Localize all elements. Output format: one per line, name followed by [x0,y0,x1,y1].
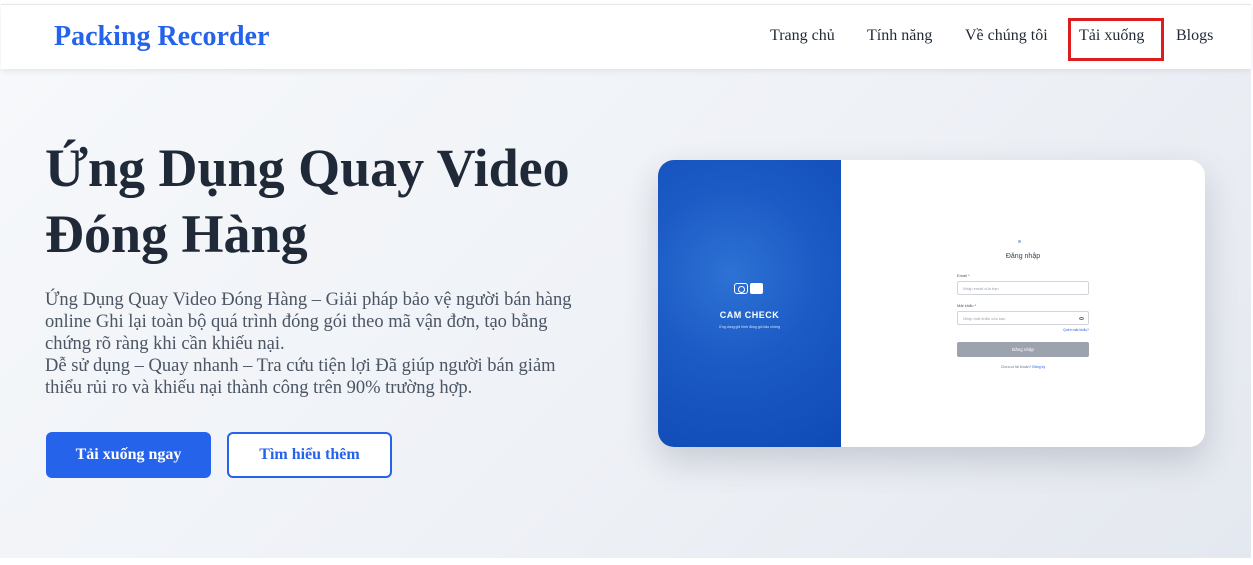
hero-description: Ứng Dụng Quay Video Đóng Hàng – Giải phá… [45,289,605,399]
learn-more-button[interactable]: Tìm hiểu thêm [227,432,392,478]
hero-title: Ứng Dụng Quay Video Đóng Hàng [45,135,645,267]
nav-link-home[interactable]: Trang chủ [770,27,835,45]
email-field: Nhập email của bạn [957,281,1089,295]
nav-link-features[interactable]: Tính năng [867,27,932,45]
login-logo-icon [1018,240,1021,243]
nav-link-blogs[interactable]: Blogs [1176,27,1213,45]
camera-icon [734,283,748,294]
password-label: Mật khẩu * [957,303,977,308]
preview-login-panel: Đăng nhập Email * Nhập email của bạn Mật… [841,160,1205,447]
hero-desc-line-1: Ứng Dụng Quay Video Đóng Hàng – Giải phá… [45,290,572,310]
forgot-password-link: Quên mật khẩu? [1063,328,1089,332]
cam-check-logo [734,282,766,296]
preview-brand-subtitle: Ứng dụng ghi hình đóng gói bảo chứng [718,325,781,329]
hero-title-line-1: Ứng Dụng Quay Video [45,138,570,198]
email-label: Email * [957,273,970,278]
hero-desc-line-4: Dễ sử dụng – Quay nhanh – Tra cứu tiện l… [45,356,556,376]
register-link: Đăng ký [1032,365,1046,369]
hero-desc-line-5: thiểu rủi ro và khiếu nại thành công trê… [45,378,473,398]
app-preview-card: CAM CHECK Ứng dụng ghi hình đóng gói bảo… [658,160,1205,447]
preview-brand-panel: CAM CHECK Ứng dụng ghi hình đóng gói bảo… [658,160,841,447]
top-navbar: Packing Recorder Trang chủ Tính năng Về … [1,4,1251,69]
nav-link-about[interactable]: Về chúng tôi [965,27,1048,45]
eye-icon [1079,317,1084,320]
password-placeholder: Nhập mật khẩu của bạn [963,316,1006,321]
hero-section: Ứng Dụng Quay Video Đóng Hàng Ứng Dụng Q… [0,69,1251,558]
box-icon [750,283,763,294]
register-prompt: Chưa có tài khoản? Đăng ký [841,365,1205,369]
hero-title-line-2: Đóng Hàng [45,204,308,264]
nav-link-download[interactable]: Tải xuống [1079,27,1144,45]
preview-login-button: Đăng nhập [957,342,1089,357]
preview-brand-name: CAM CHECK [719,310,780,320]
hero-desc-line-2: online Ghi lại toàn bộ quá trình đóng gó… [45,312,548,332]
download-now-button[interactable]: Tải xuống ngay [46,432,211,478]
hero-desc-line-3: chứng rõ ràng khi cần khiếu nại. [45,334,285,354]
login-title: Đăng nhập [1005,253,1041,260]
register-text: Chưa có tài khoản? [1000,365,1032,369]
password-field: Nhập mật khẩu của bạn [957,311,1089,325]
brand-logo[interactable]: Packing Recorder [54,21,269,53]
